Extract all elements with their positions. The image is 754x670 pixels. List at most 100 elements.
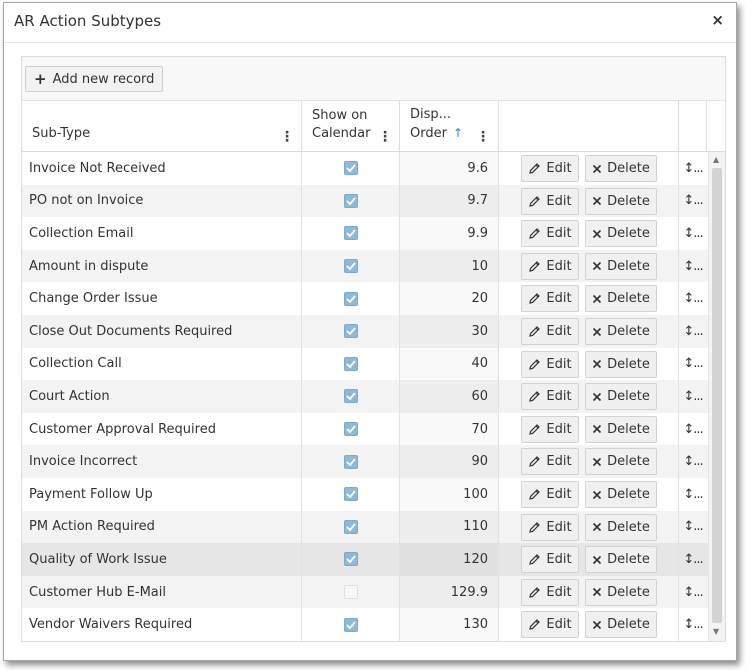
delete-button[interactable]: Delete xyxy=(585,578,657,606)
edit-button[interactable]: Edit xyxy=(521,318,579,345)
delete-button[interactable]: Delete xyxy=(585,318,657,345)
table-row[interactable]: Collection Call 40 Edit Delete ↕... xyxy=(22,347,708,381)
drag-handle-icon[interactable]: ↕... xyxy=(683,356,703,371)
delete-button[interactable]: Delete xyxy=(585,611,657,639)
column-menu-icon[interactable]: ⋮ xyxy=(280,130,294,144)
edit-button[interactable]: Edit xyxy=(521,383,579,411)
edit-button[interactable]: Edit xyxy=(521,448,579,476)
show-on-calendar-checkbox[interactable] xyxy=(343,585,358,600)
pencil-icon xyxy=(529,260,541,272)
delete-button[interactable]: Delete xyxy=(585,285,657,313)
show-on-calendar-checkbox[interactable] xyxy=(343,161,358,176)
display-order-cell: 129.9 xyxy=(400,575,499,609)
table-row[interactable]: PM Action Required 110 Edit Delete ↕... xyxy=(22,510,708,544)
scrollbar-thumb[interactable] xyxy=(712,168,722,623)
delete-button[interactable]: Delete xyxy=(585,350,657,378)
show-on-calendar-checkbox[interactable] xyxy=(343,324,358,339)
edit-button[interactable]: Edit xyxy=(521,513,579,541)
show-on-calendar-checkbox[interactable] xyxy=(343,291,358,306)
table-row[interactable]: Amount in dispute 10 Edit Delete ↕... xyxy=(22,249,708,283)
table-row[interactable]: Payment Follow Up 100 Edit Delete ↕... xyxy=(22,478,708,511)
show-on-calendar-checkbox[interactable] xyxy=(343,519,358,534)
delete-button[interactable]: Delete xyxy=(585,448,657,476)
delete-button[interactable]: Delete xyxy=(585,187,657,215)
delete-button[interactable]: Delete xyxy=(585,481,657,508)
drag-handle-icon[interactable]: ↕... xyxy=(683,519,703,534)
edit-button[interactable]: Edit xyxy=(521,546,579,574)
pencil-icon xyxy=(529,293,541,305)
table-row[interactable]: Invoice Incorrect 90 Edit Delete ↕... xyxy=(22,445,708,478)
drag-handle-icon[interactable]: ↕... xyxy=(683,259,703,274)
add-new-record-button[interactable]: + Add new record xyxy=(25,66,164,92)
table-row[interactable]: Change Order Issue 20 Edit Delete ↕... xyxy=(22,282,708,315)
table-row[interactable]: Quality of Work Issue 120 Edit Delete ↕... xyxy=(22,543,708,576)
show-on-calendar-checkbox[interactable] xyxy=(343,226,358,241)
edit-button[interactable]: Edit xyxy=(521,220,579,248)
edit-button[interactable]: Edit xyxy=(521,481,579,508)
drag-handle-icon[interactable]: ↕... xyxy=(683,617,703,632)
table-row[interactable]: Customer Hub E-Mail 129.9 Edit Delete ↕... xyxy=(22,575,708,609)
scroll-up-arrow-icon[interactable]: ▲ xyxy=(713,155,719,164)
column-header-subtype[interactable]: Sub-Type ⋮ xyxy=(22,101,302,152)
drag-handle-cell: ↕... xyxy=(679,445,707,478)
column-menu-icon[interactable]: ⋮ xyxy=(378,130,392,144)
pencil-icon xyxy=(529,456,541,468)
table-row[interactable]: Invoice Not Received 9.6 Edit Delete ↕... xyxy=(22,152,708,185)
delete-button[interactable]: Delete xyxy=(585,155,657,182)
show-on-calendar-checkbox[interactable] xyxy=(343,552,358,567)
vertical-scrollbar[interactable]: ▲ ▼ xyxy=(708,152,725,641)
edit-button[interactable]: Edit xyxy=(521,415,579,443)
show-on-calendar-checkbox[interactable] xyxy=(343,259,358,274)
show-on-calendar-checkbox[interactable] xyxy=(343,617,358,632)
delete-button[interactable]: Delete xyxy=(585,513,657,541)
drag-handle-icon[interactable]: ↕... xyxy=(683,324,703,339)
drag-handle-icon[interactable]: ↕... xyxy=(683,161,703,176)
checkmark-icon xyxy=(345,555,356,564)
drag-handle-icon[interactable]: ↕... xyxy=(683,487,703,502)
delete-button[interactable]: Delete xyxy=(585,220,657,248)
edit-button[interactable]: Edit xyxy=(521,187,579,215)
show-on-calendar-checkbox[interactable] xyxy=(343,389,358,404)
show-on-calendar-checkbox[interactable] xyxy=(343,487,358,502)
delete-button[interactable]: Delete xyxy=(585,383,657,411)
show-on-calendar-checkbox[interactable] xyxy=(343,422,358,437)
drag-handle-icon[interactable]: ↕... xyxy=(683,291,703,306)
display-order-value: 9.6 xyxy=(467,160,488,176)
subtype-text: Court Action xyxy=(29,388,110,404)
drag-handle-cell: ↕... xyxy=(679,413,707,446)
edit-button[interactable]: Edit xyxy=(521,155,579,182)
table-row[interactable]: Close Out Documents Required 30 Edit Delete… xyxy=(22,315,708,348)
subtype-text: Collection Call xyxy=(29,356,122,372)
delete-button[interactable]: Delete xyxy=(585,415,657,443)
table-row[interactable]: Collection Email 9.9 Edit Delete ↕... xyxy=(22,217,708,250)
subtype-cell: Collection Email xyxy=(22,217,302,250)
table-row[interactable]: Court Action 60 Edit Delete ↕... xyxy=(22,380,708,413)
column-header-drag xyxy=(679,101,707,152)
column-header-display-order-label: Disp... Order ↑ xyxy=(410,106,463,143)
table-row[interactable]: Customer Approval Required 70 Edit Delete ↕.… xyxy=(22,412,708,446)
edit-button[interactable]: Edit xyxy=(521,611,579,639)
show-on-calendar-checkbox[interactable] xyxy=(343,454,358,469)
drag-handle-icon[interactable]: ↕... xyxy=(683,454,703,469)
edit-button[interactable]: Edit xyxy=(521,350,579,378)
column-header-show-on-calendar[interactable]: Show on Calendar ⋮ xyxy=(302,101,400,152)
drag-handle-icon[interactable]: ↕... xyxy=(683,389,703,404)
edit-button[interactable]: Edit xyxy=(521,252,579,280)
close-icon[interactable]: × xyxy=(711,11,724,29)
table-row[interactable]: Vendor Waivers Required 130 Edit Delete ↕... xyxy=(22,608,708,641)
column-header-display-order[interactable]: Disp... Order ↑ ⋮ xyxy=(400,101,499,152)
column-menu-icon[interactable]: ⋮ xyxy=(476,130,490,144)
delete-button[interactable]: Delete xyxy=(585,252,657,280)
table-row[interactable]: PO not on Invoice 9.7 Edit Delete ↕... xyxy=(22,184,708,218)
drag-handle-icon[interactable]: ↕... xyxy=(683,226,703,241)
show-on-calendar-checkbox[interactable] xyxy=(343,356,358,371)
drag-handle-icon[interactable]: ↕... xyxy=(683,552,703,567)
drag-handle-icon[interactable]: ↕... xyxy=(683,585,703,600)
drag-handle-icon[interactable]: ↕... xyxy=(683,422,703,437)
edit-button[interactable]: Edit xyxy=(521,285,579,313)
scroll-down-arrow-icon[interactable]: ▼ xyxy=(713,627,719,636)
show-on-calendar-checkbox[interactable] xyxy=(343,193,358,208)
edit-button[interactable]: Edit xyxy=(521,578,579,606)
drag-handle-icon[interactable]: ↕... xyxy=(683,193,703,208)
delete-button[interactable]: Delete xyxy=(585,546,657,574)
